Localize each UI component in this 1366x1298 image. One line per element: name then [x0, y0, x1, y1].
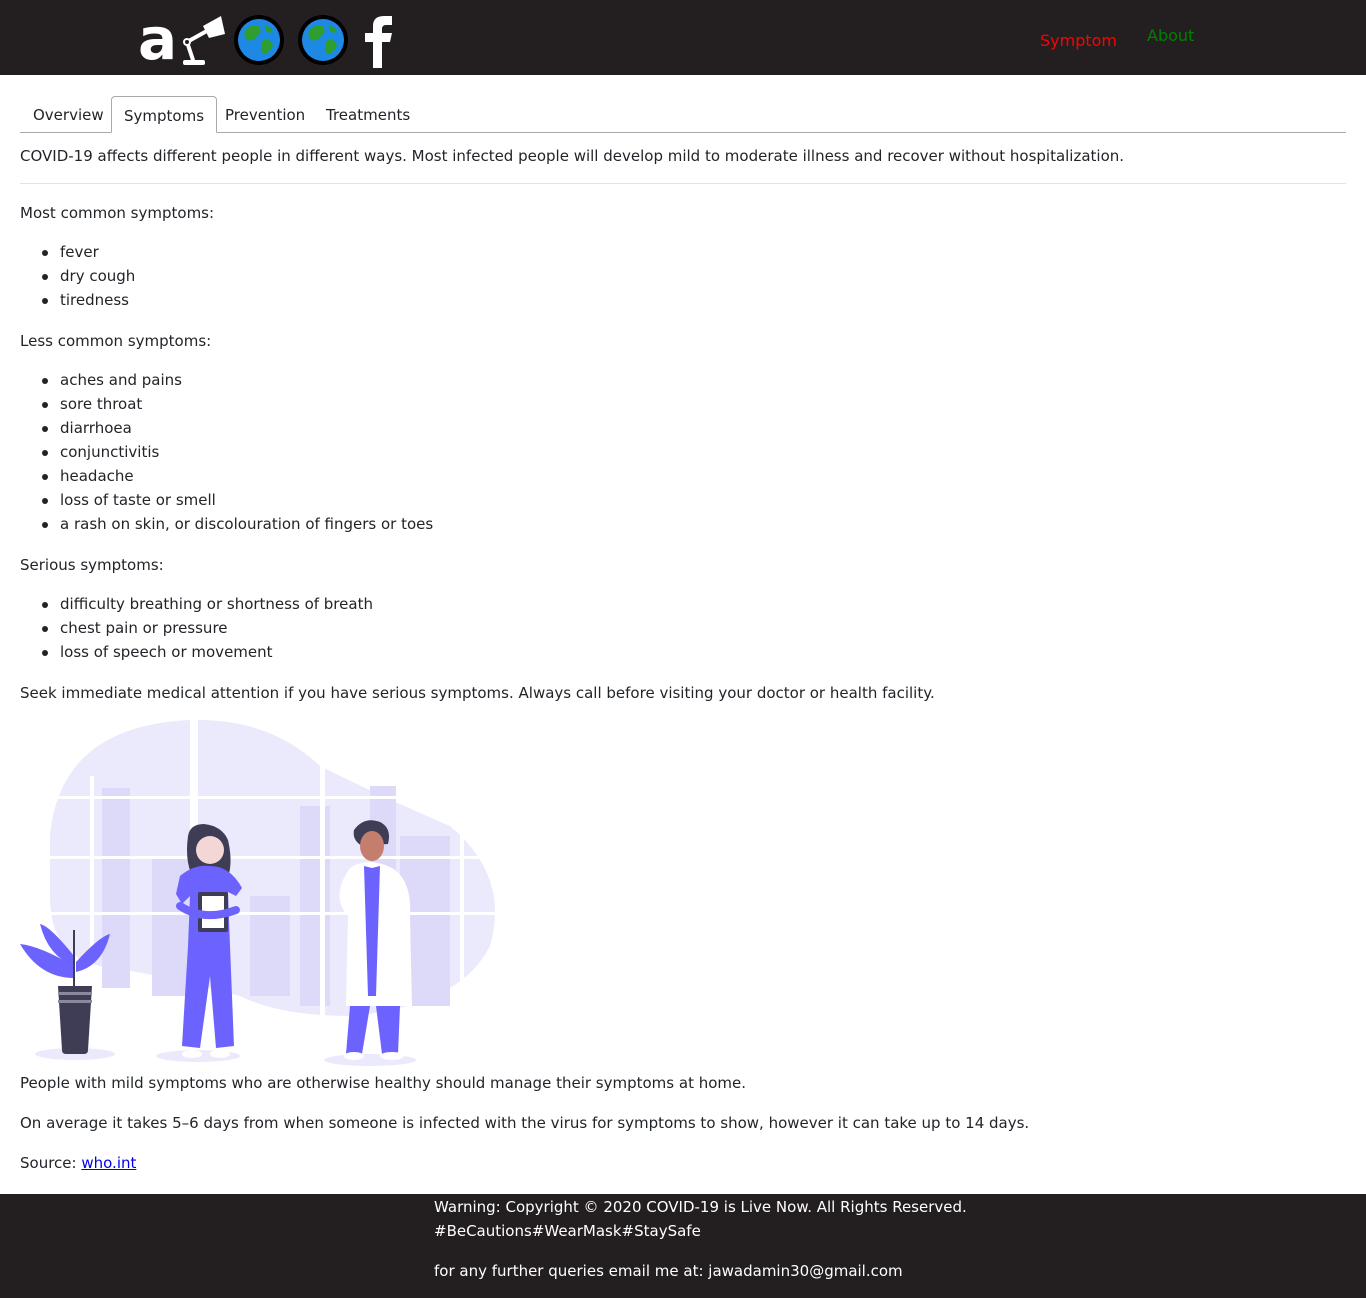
facebook-icon[interactable]	[363, 12, 395, 72]
divider	[20, 183, 1346, 184]
doctors-illustration	[20, 716, 500, 1072]
footer-hashtags: #BeCautions#WearMask#StaySafe	[434, 1222, 701, 1240]
source-line: Source: who.int	[20, 1153, 136, 1173]
source-label: Source:	[20, 1154, 77, 1172]
list-item: a rash on skin, or discolouration of fin…	[41, 512, 433, 536]
footer-copyright: Warning: Copyright © 2020 COVID-19 is Li…	[434, 1198, 967, 1216]
list-item: chest pain or pressure	[42, 616, 373, 640]
list-item: diarrhoea	[41, 416, 433, 440]
list-item: headache	[41, 464, 433, 488]
list-item: conjunctivitis	[41, 440, 433, 464]
list-item: aches and pains	[41, 368, 433, 392]
list-item: loss of speech or movement	[42, 640, 373, 664]
mild-symptoms-text: People with mild symptoms who are otherw…	[20, 1074, 747, 1092]
footer-email: for any further queries email me at: jaw…	[434, 1262, 903, 1280]
list-item: sore throat	[41, 392, 433, 416]
nav-link-about[interactable]: About	[1147, 26, 1194, 45]
less-common-symptoms-heading: Less common symptoms:	[20, 332, 212, 350]
list-item: difficulty breathing or shortness of bre…	[42, 592, 373, 616]
common-symptoms-heading: Most common symptoms:	[20, 204, 215, 222]
serious-symptoms-heading: Serious symptoms:	[20, 556, 164, 574]
list-item: fever	[41, 240, 135, 264]
list-item: loss of taste or smell	[41, 488, 433, 512]
logo-group: a	[138, 10, 395, 72]
logo-letter[interactable]: a	[138, 10, 177, 68]
intro-text: COVID-19 affects different people in dif…	[20, 147, 1125, 165]
content-tabs: Overview Symptoms Prevention Treatments	[20, 96, 1346, 133]
seek-attention-text: Seek immediate medical attention if you …	[20, 684, 935, 702]
tab-symptoms[interactable]: Symptoms	[111, 96, 218, 133]
tab-prevention[interactable]: Prevention	[213, 96, 317, 133]
incubation-text: On average it takes 5–6 days from when s…	[20, 1114, 1030, 1132]
less-common-symptoms-list: aches and pains sore throat diarrhoea co…	[41, 368, 433, 536]
common-symptoms-list: fever dry cough tiredness	[41, 240, 135, 312]
source-link[interactable]: who.int	[81, 1154, 136, 1172]
globe-icon[interactable]	[297, 14, 349, 70]
tab-overview[interactable]: Overview	[21, 96, 116, 133]
list-item: tiredness	[41, 288, 135, 312]
serious-symptoms-list: difficulty breathing or shortness of bre…	[42, 592, 373, 664]
tab-treatments[interactable]: Treatments	[314, 96, 422, 133]
footer: Warning: Copyright © 2020 COVID-19 is Li…	[0, 1194, 1366, 1298]
list-item: dry cough	[41, 264, 135, 288]
nav-link-symptom[interactable]: Symptom	[1040, 31, 1117, 50]
desk-lamp-icon[interactable]	[179, 12, 227, 72]
top-navbar: a Symptom About	[0, 0, 1366, 75]
globe-icon[interactable]	[233, 14, 285, 70]
